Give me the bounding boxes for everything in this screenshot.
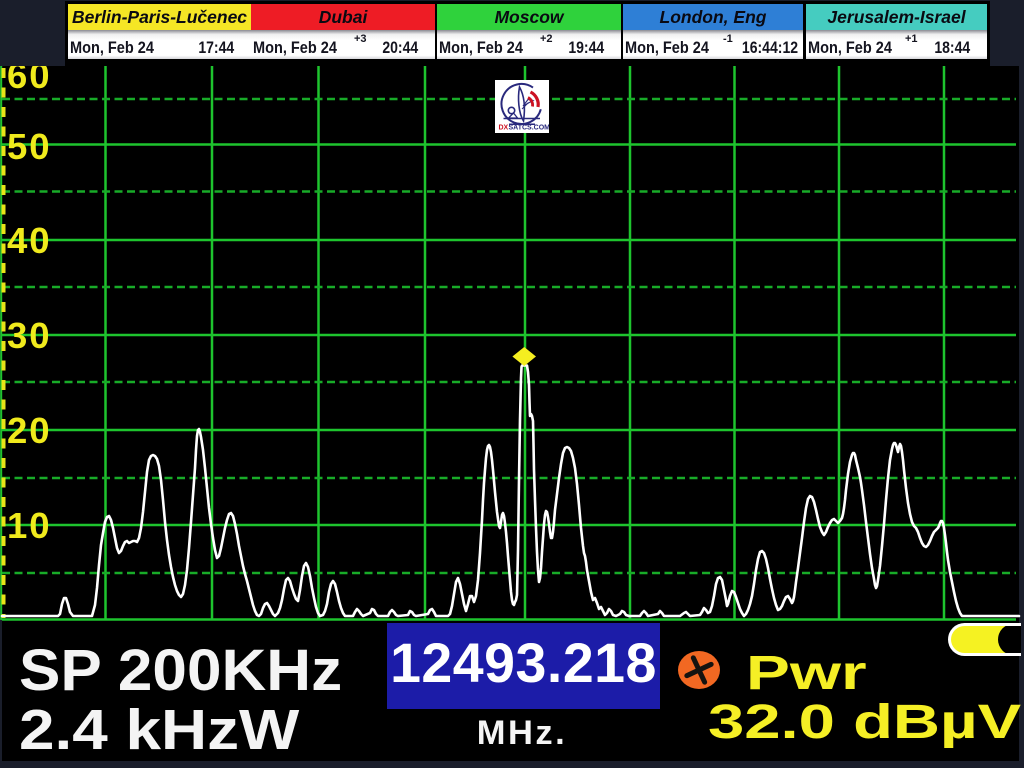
svg-text:SATCS.COM: SATCS.COM (509, 125, 550, 132)
svg-text:DX: DX (499, 125, 509, 132)
